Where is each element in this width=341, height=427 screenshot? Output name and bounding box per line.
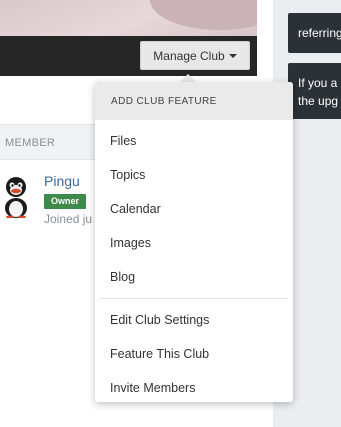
dropdown-pointer (180, 74, 196, 82)
dropdown-section-header: ADD CLUB FEATURE (95, 82, 293, 120)
member-name-link[interactable]: Pingu (44, 173, 80, 189)
avatar[interactable] (0, 172, 32, 218)
caret-down-icon (228, 54, 237, 58)
menu-item-topics[interactable]: Topics (95, 158, 293, 192)
manage-club-label: Manage Club (153, 48, 225, 63)
sidebar-notice: referring (288, 13, 341, 53)
menu-item-blog[interactable]: Blog (95, 260, 293, 294)
status-badge: Owner (44, 194, 87, 209)
menu-item-feature-this-club[interactable]: Feature This Club (95, 337, 293, 371)
menu-item-calendar[interactable]: Calendar (95, 192, 293, 226)
manage-club-dropdown-menu: ADD CLUB FEATURE Files Topics Calendar I… (95, 82, 293, 402)
menu-divider (100, 298, 288, 299)
sidebar-notice-text: referring (298, 26, 341, 40)
sidebar-notice-line: If you a (298, 76, 338, 90)
club-cover-photo (0, 0, 257, 36)
member-joined-text: Joined ju (44, 212, 93, 226)
menu-item-edit-club-settings[interactable]: Edit Club Settings (95, 303, 293, 337)
sidebar-notice-upgrade: If you a the upg (288, 63, 341, 119)
menu-item-invite-members[interactable]: Invite Members (95, 371, 293, 405)
menu-item-files[interactable]: Files (95, 124, 293, 158)
menu-item-images[interactable]: Images (95, 226, 293, 260)
sidebar-notice-line: the upg (298, 94, 339, 108)
manage-club-button[interactable]: Manage Club (140, 41, 250, 70)
